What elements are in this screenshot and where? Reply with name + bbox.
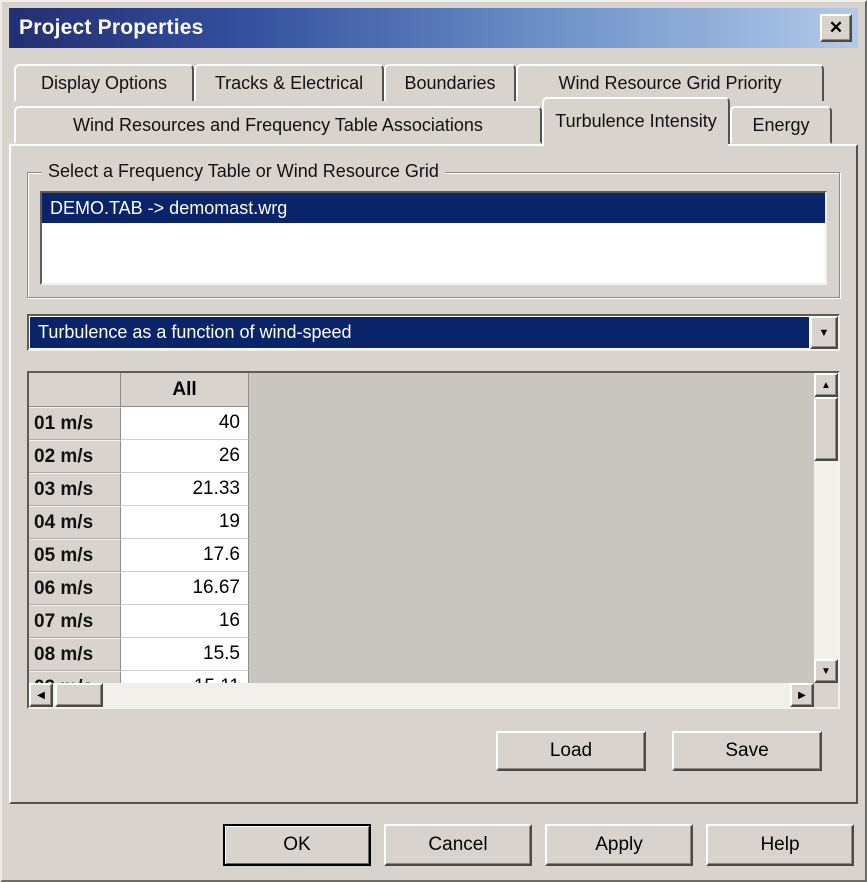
grid-cell[interactable]: 17.6 — [121, 539, 249, 572]
help-button[interactable]: Help — [706, 824, 854, 866]
table-row: 09 m/s 15.11 — [29, 671, 814, 683]
close-icon: ✕ — [829, 18, 843, 38]
grid-cell[interactable]: 26 — [121, 440, 249, 473]
frequency-table-listbox[interactable]: DEMO.TAB -> demomast.wrg — [40, 191, 827, 285]
arrow-up-icon: ▲ — [821, 380, 831, 391]
turbulence-mode-combobox[interactable]: Turbulence as a function of wind-speed ▼ — [27, 314, 840, 351]
turbulence-intensity-panel: Select a Frequency Table or Wind Resourc… — [9, 144, 858, 804]
grid-cell[interactable]: 16 — [121, 605, 249, 638]
table-row: 04 m/s 19 — [29, 506, 814, 539]
frequency-table-groupbox: Select a Frequency Table or Wind Resourc… — [27, 172, 840, 298]
grid-cell[interactable]: 19 — [121, 506, 249, 539]
grid-cell[interactable]: 16.67 — [121, 572, 249, 605]
arrow-down-icon: ▼ — [821, 666, 831, 677]
window-title: Project Properties — [19, 16, 820, 40]
chevron-down-icon: ▼ — [819, 327, 830, 339]
row-header: 07 m/s — [29, 605, 121, 638]
tab-wind-resources-associations[interactable]: Wind Resources and Frequency Table Assoc… — [14, 106, 542, 144]
tab-boundaries[interactable]: Boundaries — [384, 64, 516, 101]
table-row: 03 m/s 21.33 — [29, 473, 814, 506]
row-header: 04 m/s — [29, 506, 121, 539]
scroll-left-button[interactable]: ◀ — [29, 683, 53, 707]
apply-button[interactable]: Apply — [545, 824, 693, 866]
table-row: 02 m/s 26 — [29, 440, 814, 473]
table-row: 07 m/s 16 — [29, 605, 814, 638]
titlebar: Project Properties ✕ — [9, 8, 858, 48]
table-row: 08 m/s 15.5 — [29, 638, 814, 671]
save-button[interactable]: Save — [672, 731, 822, 771]
row-header: 08 m/s — [29, 638, 121, 671]
horizontal-scroll-thumb[interactable] — [55, 683, 103, 707]
dialog-button-row: OK Cancel Apply Help — [9, 824, 858, 866]
row-header: 02 m/s — [29, 440, 121, 473]
scrollbar-corner — [814, 683, 838, 707]
grid-column-header-all: All — [121, 373, 249, 407]
table-row: 01 m/s 40 — [29, 407, 814, 440]
tab-turbulence-intensity[interactable]: Turbulence Intensity — [542, 97, 730, 144]
table-row: 06 m/s 16.67 — [29, 572, 814, 605]
tab-display-options[interactable]: Display Options — [14, 64, 194, 101]
project-properties-dialog: Project Properties ✕ Display Options Tra… — [0, 0, 867, 882]
close-button[interactable]: ✕ — [820, 14, 852, 42]
grid-cell[interactable]: 15.5 — [121, 638, 249, 671]
grid-header-filler — [249, 373, 814, 407]
load-button[interactable]: Load — [496, 731, 646, 771]
scroll-right-button[interactable]: ▶ — [790, 683, 814, 707]
scroll-down-button[interactable]: ▼ — [814, 659, 838, 683]
scroll-up-button[interactable]: ▲ — [814, 373, 838, 397]
grid-cell[interactable]: 40 — [121, 407, 249, 440]
horizontal-scrollbar[interactable]: ◀ ▶ — [29, 683, 814, 707]
tab-row-2: Wind Resources and Frequency Table Assoc… — [9, 101, 858, 144]
tab-wind-resource-grid-priority[interactable]: Wind Resource Grid Priority — [516, 64, 824, 101]
row-header: 09 m/s — [29, 671, 121, 683]
row-header: 03 m/s — [29, 473, 121, 506]
grid-corner-cell — [29, 373, 121, 407]
list-item[interactable]: DEMO.TAB -> demomast.wrg — [42, 193, 825, 223]
grid-header-row: All — [29, 373, 814, 407]
groupbox-label: Select a Frequency Table or Wind Resourc… — [42, 161, 445, 182]
tab-row-1: Display Options Tracks & Electrical Boun… — [9, 64, 858, 101]
combobox-dropdown-button[interactable]: ▼ — [810, 316, 838, 349]
table-row: 05 m/s 17.6 — [29, 539, 814, 572]
ok-button[interactable]: OK — [223, 824, 371, 866]
tab-tracks-electrical[interactable]: Tracks & Electrical — [194, 64, 384, 101]
row-header: 01 m/s — [29, 407, 121, 440]
turbulence-grid: All 01 m/s 40 02 m/s 26 03 m/s 21.33 — [27, 371, 840, 709]
vertical-scrollbar[interactable]: ▲ ▼ — [814, 373, 838, 683]
grid-cell[interactable]: 21.33 — [121, 473, 249, 506]
arrow-right-icon: ▶ — [798, 690, 806, 701]
combobox-selected-value: Turbulence as a function of wind-speed — [30, 317, 809, 348]
cancel-button[interactable]: Cancel — [384, 824, 532, 866]
row-header: 05 m/s — [29, 539, 121, 572]
arrow-left-icon: ◀ — [37, 690, 45, 701]
grid-content: All 01 m/s 40 02 m/s 26 03 m/s 21.33 — [29, 373, 814, 683]
vertical-scroll-thumb[interactable] — [814, 397, 838, 461]
tab-energy[interactable]: Energy — [730, 106, 832, 144]
grid-cell[interactable]: 15.11 — [121, 671, 249, 683]
load-save-row: Load Save — [27, 731, 840, 771]
row-header: 06 m/s — [29, 572, 121, 605]
